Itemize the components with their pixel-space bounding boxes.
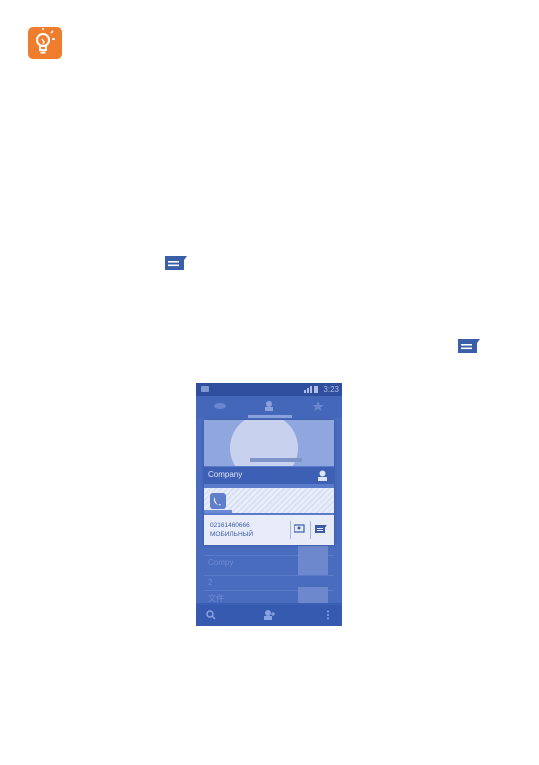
search-icon <box>206 610 216 620</box>
notification-icon <box>201 386 209 392</box>
message-icon[interactable] <box>315 524 327 534</box>
message-icon <box>165 256 187 270</box>
status-bar: 3:23 <box>196 383 342 396</box>
favorites-tab-icon <box>312 401 324 411</box>
phone-number: 02161460666 <box>210 522 250 529</box>
avatar <box>298 587 328 603</box>
list-item-name: 2 <box>208 578 213 587</box>
divider <box>290 521 291 539</box>
call-action-row[interactable] <box>204 488 334 513</box>
group-tab-icon <box>214 403 226 409</box>
list-item-name: 文件 <box>208 594 224 603</box>
phone-screenshot: 3:23 Compy 2 文件 Company 02161460666 МОБИ… <box>196 383 342 626</box>
avatar <box>298 546 328 576</box>
contact-photo <box>204 420 334 466</box>
bottom-bar <box>196 605 342 626</box>
add-contact-icon <box>264 610 275 620</box>
list-item-name: Compy <box>208 558 234 567</box>
video-call-icon[interactable] <box>294 524 306 534</box>
tab-bar <box>196 396 342 418</box>
contact-name-row: Company <box>204 467 334 484</box>
quick-contact-card: Company 02161460666 МОБИЛЬНЫЙ <box>204 420 334 545</box>
contacts-tab-icon <box>265 401 273 411</box>
photo-bar <box>250 458 302 462</box>
message-icon <box>458 339 480 353</box>
status-time: 3:23 <box>323 385 339 394</box>
overflow-menu-icon <box>327 610 329 620</box>
phone-number-type: МОБИЛЬНЫЙ <box>210 531 254 538</box>
divider <box>204 575 334 576</box>
phone-number-row[interactable]: 02161460666 МОБИЛЬНЫЙ <box>204 515 334 545</box>
contact-name: Company <box>208 470 243 479</box>
contact-person-icon[interactable] <box>317 470 328 481</box>
tip-lightbulb-icon <box>28 27 62 59</box>
phone-icon[interactable] <box>210 493 226 509</box>
divider <box>310 521 311 539</box>
call-tab-indicator <box>204 510 232 513</box>
signal-battery-icon <box>304 386 318 393</box>
